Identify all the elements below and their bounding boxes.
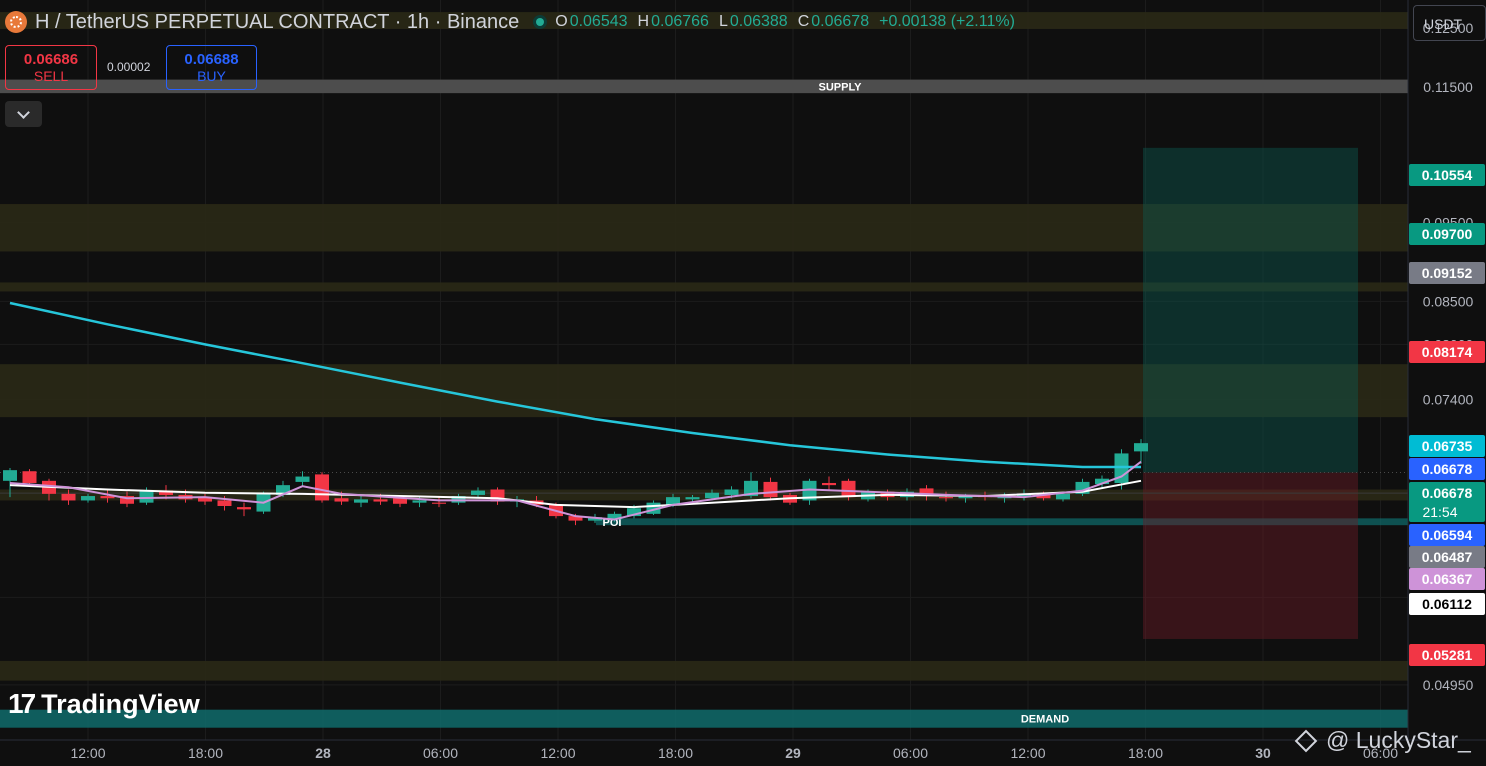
candle-body	[724, 489, 739, 495]
low-value: 0.06388	[729, 13, 788, 30]
y-tick-label: 0.07400	[1423, 392, 1474, 408]
price-tag-label: 0.06678	[1422, 461, 1473, 477]
position-target-zone	[1143, 147, 1358, 473]
watermark: @ LuckyStar_	[1294, 727, 1471, 754]
candle-body	[822, 482, 836, 486]
x-tick-label: 28	[315, 745, 331, 761]
candle-body	[61, 493, 76, 501]
candle-body	[705, 492, 719, 499]
x-tick-label: 18:00	[188, 745, 223, 761]
position-stop-zone	[1143, 472, 1358, 639]
tradingview-logo-text: TradingView	[41, 688, 200, 719]
ohlc-close: C 0.06678	[798, 13, 869, 31]
candle-body	[685, 497, 700, 500]
price-tag-label: 0.06112	[1422, 596, 1472, 612]
collapse-button[interactable]	[5, 101, 42, 127]
candle-body	[432, 502, 446, 504]
chart-header: H / TetherUS PERPETUAL CONTRACT · 1h · B…	[0, 0, 1015, 44]
price-chart[interactable]: SUPPLYPOIDEMAND0.125000.115000.095000.08…	[0, 0, 1486, 766]
candle-body	[841, 480, 856, 498]
y-tick-label: 0.04950	[1423, 677, 1474, 693]
high-value: 0.06766	[651, 13, 709, 30]
ohlc-open: O 0.06543	[555, 13, 627, 31]
buy-price: 0.06688	[184, 51, 239, 68]
sell-price: 0.06686	[23, 51, 79, 68]
candle-body	[1056, 493, 1070, 500]
candle-body	[3, 470, 17, 481]
candle-body	[412, 500, 427, 503]
x-tick-label: 06:00	[423, 745, 458, 761]
price-tag-label: 0.06487	[1422, 549, 1473, 565]
ohlc-low: L 0.06388	[719, 13, 788, 31]
low-key: L	[718, 13, 728, 30]
high-key: H	[637, 13, 650, 30]
sell-button[interactable]: 0.06686 SELL	[5, 45, 97, 90]
zone-label-demand: DEMAND	[1021, 714, 1069, 726]
x-tick-label: 18:00	[658, 745, 693, 761]
x-tick-label: 12:00	[70, 745, 105, 761]
open-key: O	[555, 13, 568, 30]
candle-body	[315, 474, 329, 501]
x-tick-label: 29	[785, 745, 801, 761]
y-tick-label: 0.08500	[1423, 293, 1474, 309]
close-value: 0.06678	[811, 13, 870, 30]
x-tick-label: 30	[1255, 745, 1271, 761]
candle-body	[354, 499, 368, 503]
sell-label: SELL	[33, 68, 69, 84]
y-tick-label: 0.11500	[1423, 79, 1473, 95]
close-key: C	[797, 13, 810, 30]
buy-label: BUY	[197, 68, 226, 84]
candle-body	[939, 497, 953, 499]
price-tag-label: 0.10554	[1422, 167, 1473, 183]
zone-zone	[0, 660, 1408, 681]
candle-body	[763, 481, 778, 498]
market-status-icon	[533, 15, 548, 29]
candle-body	[22, 471, 37, 483]
candle-body	[373, 499, 388, 502]
price-change: +0.00138 (+2.11%)	[879, 13, 1015, 30]
x-tick-label: 12:00	[1010, 745, 1045, 761]
price-tag-label: 0.05281	[1422, 647, 1473, 663]
watermark-text: @ LuckyStar_	[1326, 727, 1471, 753]
tradingview-mark-icon: 17	[8, 688, 36, 719]
candle-body	[237, 507, 251, 510]
open-value: 0.06543	[569, 13, 628, 30]
ohlc-high: H 0.06766	[638, 13, 709, 31]
price-tag-label: 0.09152	[1422, 265, 1473, 281]
x-tick-label: 18:00	[1128, 745, 1163, 761]
x-tick-label: 06:00	[893, 745, 928, 761]
candle-body	[139, 490, 154, 503]
price-tag-label: 0.08174	[1422, 344, 1473, 360]
tradingview-logo[interactable]: 17 TradingView	[8, 688, 200, 720]
candle-body	[295, 476, 310, 482]
symbol-logo-icon	[5, 11, 27, 33]
x-tick-label: 12:00	[540, 745, 575, 761]
candle-body	[217, 500, 232, 506]
candle-body	[334, 498, 349, 502]
zone-label-supply: SUPPLY	[818, 81, 862, 93]
candle-body	[1134, 443, 1148, 452]
price-tag-countdown: 21:54	[1422, 504, 1457, 520]
binance-square-icon	[1294, 729, 1318, 752]
chevron-down-icon	[17, 105, 30, 119]
price-tag-label: 0.06367	[1422, 571, 1473, 587]
symbol-title[interactable]: H / TetherUS PERPETUAL CONTRACT · 1h · B…	[35, 11, 519, 34]
buy-button[interactable]: 0.06688 BUY	[166, 45, 257, 90]
price-tag-label: 0.06678	[1422, 485, 1473, 501]
price-tag-label: 0.09700	[1422, 226, 1473, 242]
currency-select[interactable]: USDT	[1413, 5, 1486, 41]
price-tag-label: 0.06594	[1422, 527, 1473, 543]
zone-demand	[0, 709, 1408, 728]
price-tag-label: 0.06735	[1422, 438, 1473, 454]
candle-body	[81, 496, 95, 501]
spread-value: 0.00002	[107, 60, 151, 74]
candle-body	[471, 490, 485, 495]
